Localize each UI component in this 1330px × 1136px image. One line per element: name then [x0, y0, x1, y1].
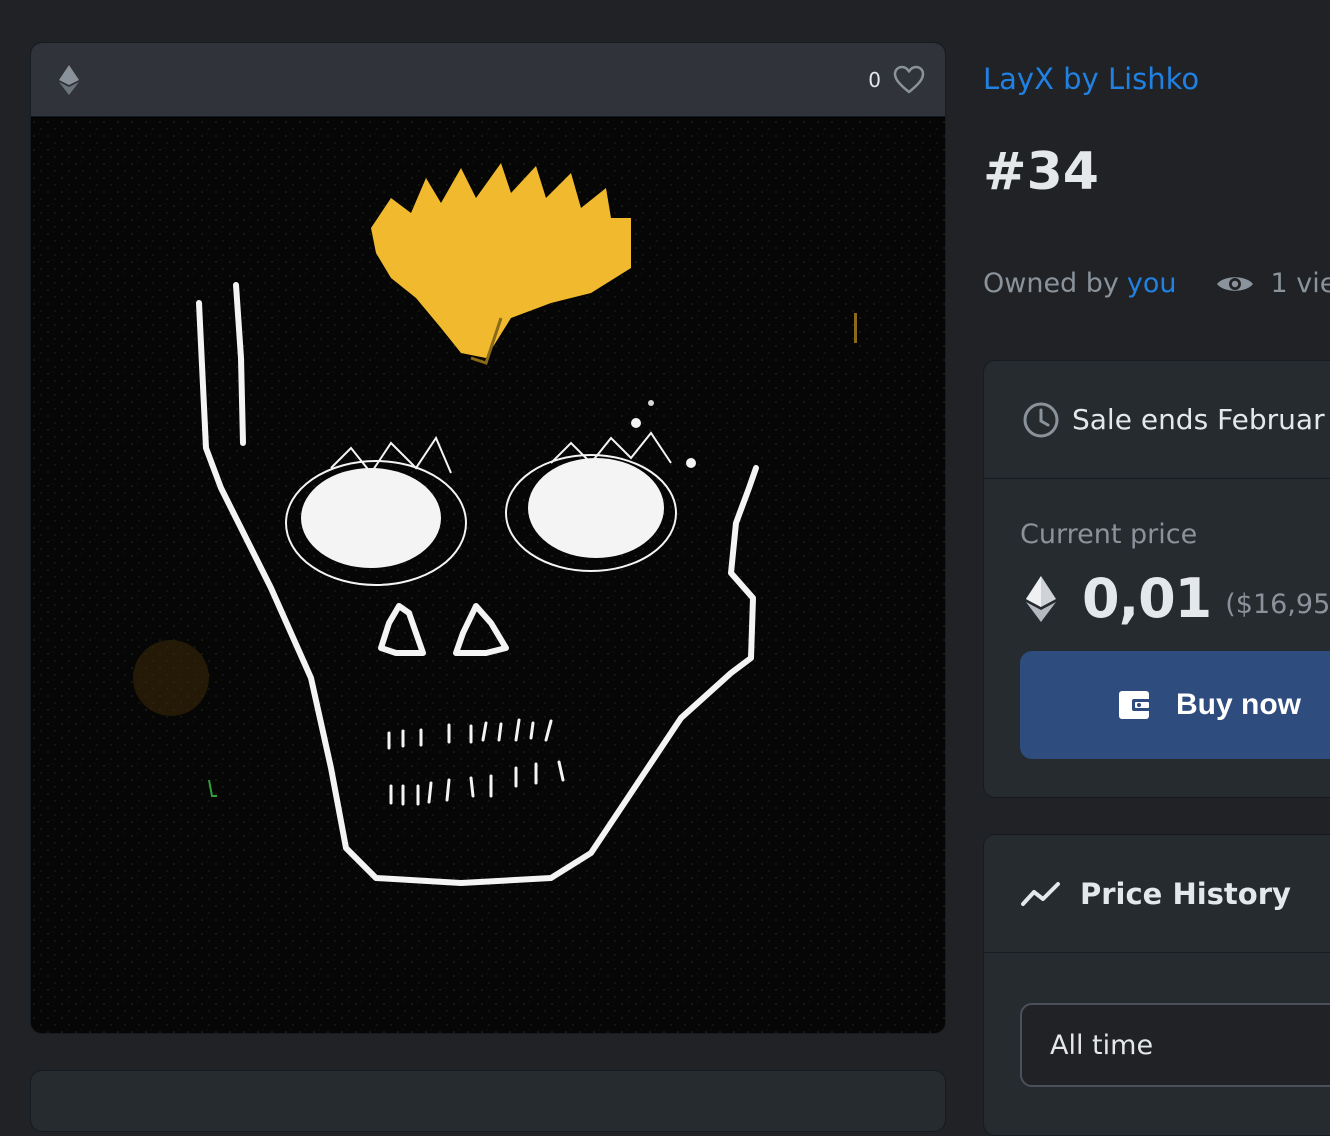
ethereum-icon	[59, 64, 79, 95]
time-range-value: All time	[1050, 1029, 1154, 1061]
price-history-header[interactable]: Price History	[984, 835, 1330, 953]
collection-link[interactable]: LayX by Lishko	[983, 62, 1199, 96]
current-price-label: Current price	[1020, 519, 1198, 550]
price-row: 0,01 ($16,95)	[1026, 567, 1330, 630]
favorite-count: 0	[868, 67, 881, 92]
artwork-card-header: 0	[31, 43, 945, 117]
buy-now-label: Buy now	[1176, 688, 1301, 721]
view-count: 1 view	[1270, 268, 1330, 299]
sale-panel: Sale ends Februar Current price 0,01 ($1…	[983, 360, 1330, 798]
wallet-icon	[1119, 691, 1152, 719]
buy-now-button[interactable]: Buy now	[1020, 651, 1330, 759]
price-history-panel: Price History All time	[983, 834, 1330, 1136]
owner-link[interactable]: you	[1127, 268, 1177, 299]
artwork-card: 0	[30, 42, 946, 1034]
item-title: #34	[983, 142, 1099, 202]
price-value: 0,01	[1082, 567, 1212, 630]
owner-row: Owned by you 1 view	[983, 268, 1330, 299]
owned-by-label: Owned by	[983, 268, 1119, 299]
time-range-select[interactable]: All time	[1020, 1003, 1330, 1087]
sale-header: Sale ends Februar	[984, 361, 1330, 479]
nft-artwork-image[interactable]	[31, 118, 945, 1033]
heart-icon[interactable]	[893, 65, 925, 95]
price-usd: ($16,95)	[1225, 589, 1330, 620]
trend-icon	[1021, 881, 1060, 906]
sale-ends-text: Sale ends Februar	[1072, 403, 1325, 436]
details-card	[30, 1070, 946, 1132]
eye-icon	[1216, 276, 1253, 291]
price-history-title: Price History	[1080, 876, 1291, 911]
clock-icon	[1023, 402, 1059, 437]
favorite-group[interactable]: 0	[868, 65, 925, 95]
ethereum-icon	[1026, 575, 1056, 622]
